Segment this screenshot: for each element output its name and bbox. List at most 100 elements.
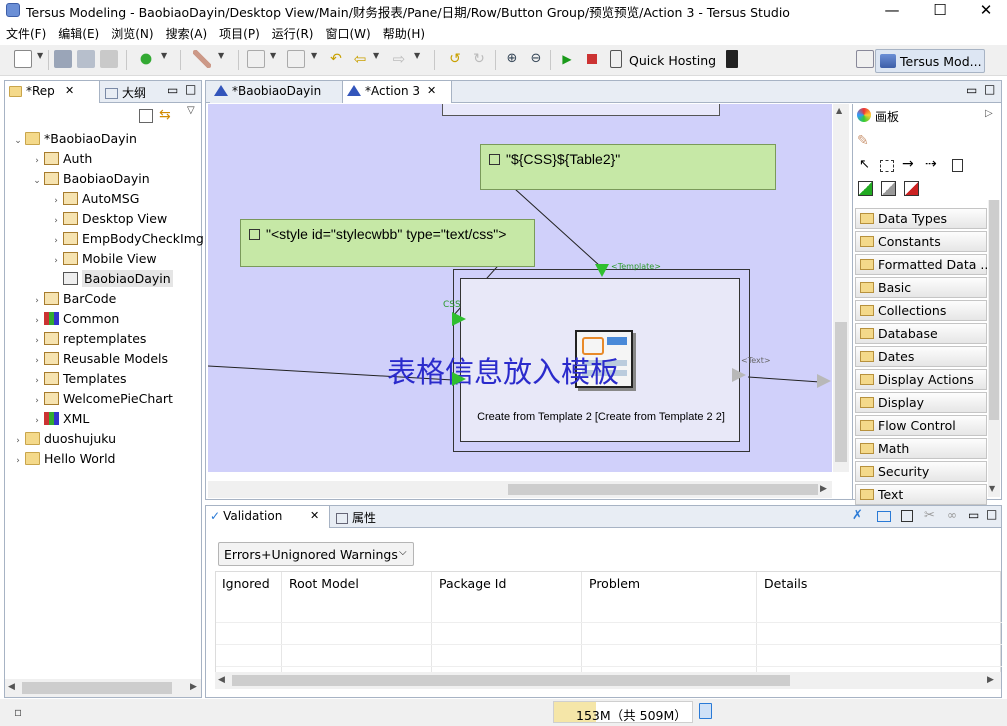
zoom-out-icon[interactable]: ⊖ <box>527 50 545 68</box>
tree-item[interactable]: › WelcomePieChart <box>30 389 173 409</box>
minimize-editor-icon[interactable]: ▭ <box>966 83 977 97</box>
tree-item[interactable]: › Auth <box>30 149 92 169</box>
tree-item[interactable]: › Common <box>30 309 119 329</box>
tool-dropdown-icon[interactable]: ▼ <box>218 51 224 60</box>
print-icon[interactable] <box>100 50 118 68</box>
marquee-tool-icon[interactable] <box>880 160 894 172</box>
save-all-icon[interactable] <box>77 50 95 68</box>
tab-validation[interactable]: ✓ Validation ✕ <box>206 506 330 528</box>
canvas-hscrollbar[interactable]: ▶ <box>208 481 832 498</box>
save-icon[interactable] <box>54 50 72 68</box>
scroll-thumb[interactable] <box>835 322 847 462</box>
stop-icon[interactable] <box>583 50 601 68</box>
tree-item[interactable]: › AutoMSG <box>49 189 139 209</box>
palette-vscrollbar[interactable]: ▼ <box>988 200 1000 497</box>
error-exit-tool-icon[interactable] <box>904 181 919 196</box>
view-menu-icon[interactable]: ▽ <box>187 105 195 116</box>
column-root-model[interactable]: Root Model <box>289 576 359 591</box>
menu-file[interactable]: 文件(F) <box>0 22 52 44</box>
filter-icon[interactable] <box>877 511 891 522</box>
scroll-up-icon[interactable]: ▲ <box>836 106 842 115</box>
chevron-down-icon[interactable]: ⌄ <box>30 171 44 191</box>
collapse-all-icon[interactable] <box>139 109 153 123</box>
menu-navigate[interactable]: 浏览(N) <box>105 22 159 44</box>
maximize-view-icon[interactable]: □ <box>986 507 997 521</box>
maximize-view-icon[interactable]: □ <box>185 82 196 96</box>
scroll-thumb[interactable] <box>508 484 818 495</box>
tool-icon[interactable] <box>193 50 211 68</box>
tab-properties[interactable]: 属性 <box>332 506 380 528</box>
exit-tool-icon[interactable] <box>881 181 896 196</box>
palette-drawer[interactable]: Security <box>855 461 987 482</box>
run-external-dropdown-icon[interactable]: ▼ <box>161 51 167 60</box>
chevron-right-icon[interactable]: › <box>30 291 44 311</box>
device-icon[interactable] <box>726 50 738 68</box>
tree-item[interactable]: ⌄ BaobiaoDayin <box>30 169 149 191</box>
chevron-down-icon[interactable]: ⌄ <box>11 131 25 151</box>
scroll-right-icon[interactable]: ▶ <box>190 682 197 692</box>
close-button[interactable]: ✕ <box>963 0 1007 21</box>
forward-icon[interactable]: ⇨ <box>390 50 408 68</box>
left-hscrollbar[interactable]: ◀ ▶ <box>5 679 201 697</box>
chevron-right-icon[interactable]: › <box>30 351 44 371</box>
palette-drawer[interactable]: Flow Control <box>855 415 987 436</box>
chevron-right-icon[interactable]: › <box>30 331 44 351</box>
tree-item[interactable]: › Mobile View <box>49 249 156 271</box>
trigger-tool-icon[interactable] <box>858 181 873 196</box>
chevron-right-icon[interactable]: › <box>49 231 63 251</box>
column-package-id[interactable]: Package Id <box>439 576 506 591</box>
flow-tool-icon[interactable]: → <box>902 156 914 172</box>
tree-item[interactable]: › Reusable Models <box>30 349 168 369</box>
fast-view-icon[interactable]: ▫ <box>14 705 22 719</box>
palette-drawer[interactable]: Text <box>855 484 987 505</box>
tree-item[interactable]: › reptemplates <box>30 329 146 349</box>
chevron-right-icon[interactable]: › <box>11 431 25 451</box>
tree-item[interactable]: › XML <box>30 409 89 429</box>
diagram-canvas[interactable]: "${CSS}${Table2}" "<style id="stylecwbb"… <box>208 104 832 472</box>
chevron-right-icon[interactable]: › <box>30 151 44 171</box>
scroll-thumb[interactable] <box>989 200 999 420</box>
chevron-right-icon[interactable]: › <box>11 451 25 471</box>
menu-edit[interactable]: 编辑(E) <box>52 22 105 44</box>
scroll-right-icon[interactable]: ▶ <box>820 484 827 494</box>
chevron-right-icon[interactable]: › <box>49 211 63 231</box>
menu-help[interactable]: 帮助(H) <box>377 22 431 44</box>
run-icon[interactable]: ▶ <box>558 50 576 68</box>
next-annotation-dropdown-icon[interactable]: ▼ <box>270 51 276 60</box>
chevron-right-icon[interactable]: › <box>49 251 63 271</box>
chevron-right-icon[interactable]: › <box>30 391 44 411</box>
new-dropdown-icon[interactable]: ▼ <box>37 51 43 60</box>
menu-run[interactable]: 运行(R) <box>266 22 320 44</box>
above-element[interactable] <box>442 104 720 116</box>
column-ignored[interactable]: Ignored <box>222 576 270 591</box>
note-tool-icon[interactable] <box>952 159 963 172</box>
palette-tool-icon[interactable]: ✎ <box>857 133 869 149</box>
back-dropdown-icon[interactable]: ▼ <box>373 51 379 60</box>
scroll-thumb[interactable] <box>22 682 172 694</box>
scroll-left-icon[interactable]: ◀ <box>8 682 15 692</box>
zoom-in-icon[interactable]: ⊕ <box>503 50 521 68</box>
clear-icon[interactable]: ✂ <box>924 508 935 523</box>
chevron-right-icon[interactable]: › <box>30 411 44 431</box>
next-annotation-icon[interactable] <box>247 50 265 68</box>
back-icon[interactable]: ⇦ <box>351 50 369 68</box>
filter-select[interactable]: Errors+Unignored Warnings ⌵ <box>218 542 414 566</box>
chevron-right-icon[interactable]: › <box>30 311 44 331</box>
validate-icon[interactable]: ✗ <box>852 508 863 523</box>
minimize-button[interactable]: — <box>869 0 915 21</box>
quick-hosting-button[interactable]: Quick Hosting <box>629 53 716 68</box>
scroll-left-icon[interactable]: ◀ <box>218 675 225 685</box>
prev-annotation-icon[interactable] <box>287 50 305 68</box>
tree-item[interactable]: ⌄ *BaobiaoDayin <box>11 129 137 149</box>
canvas-vscrollbar[interactable]: ▲ <box>833 104 849 472</box>
chevron-right-icon[interactable]: › <box>49 191 63 211</box>
menu-window[interactable]: 窗口(W) <box>319 22 376 44</box>
link-icon[interactable]: ∞ <box>947 508 957 522</box>
tab-action-3[interactable]: *Action 3 ✕ <box>342 81 452 103</box>
link-editor-icon[interactable]: ⇆ <box>159 107 171 123</box>
forward-dropdown-icon[interactable]: ▼ <box>414 51 420 60</box>
menu-project[interactable]: 项目(P) <box>213 22 266 44</box>
table-hscrollbar[interactable]: ◀ ▶ <box>215 672 1001 689</box>
new-icon[interactable] <box>14 50 32 68</box>
scroll-thumb[interactable] <box>232 675 790 686</box>
